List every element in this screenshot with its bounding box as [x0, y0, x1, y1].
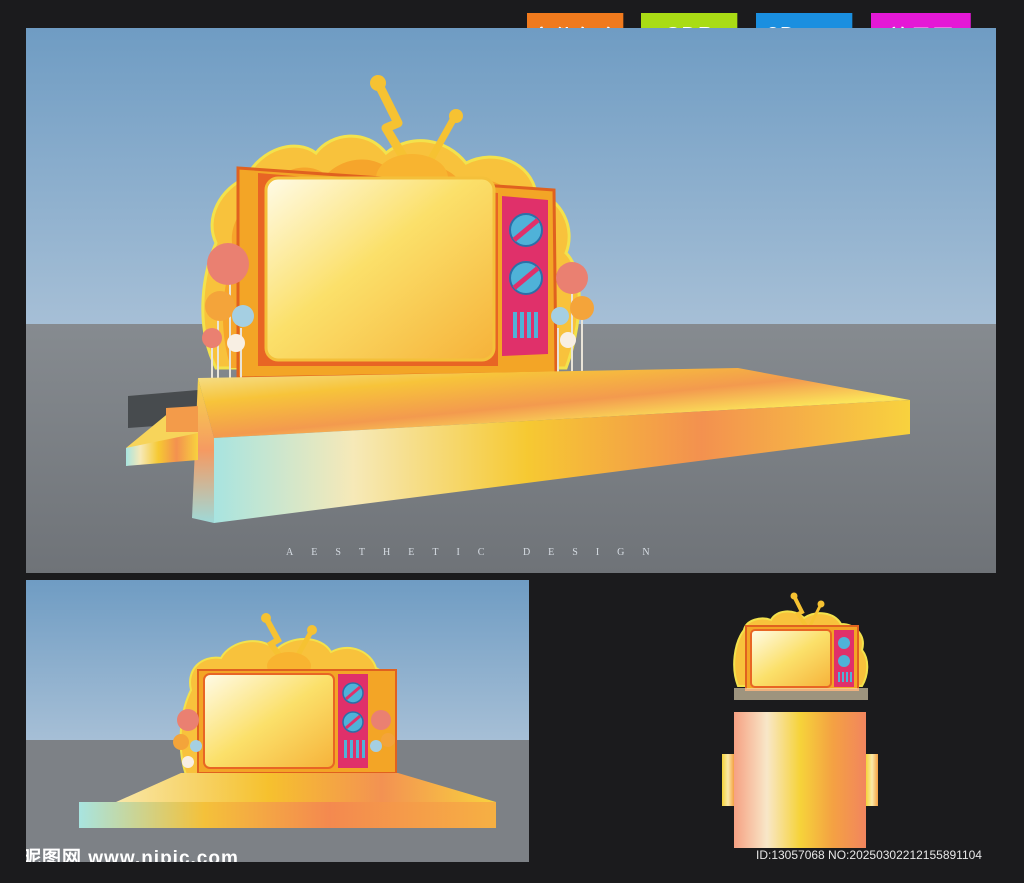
- tv-screen: [264, 176, 496, 362]
- main-perspective-render: AESTHETIC DESIGN: [26, 28, 996, 573]
- top-view-render: [716, 588, 886, 858]
- retro-tv-frame: [236, 166, 558, 380]
- tagline: AESTHETIC DESIGN: [286, 547, 668, 558]
- front-view-render: 昵图网 www.nipic.com: [26, 580, 529, 862]
- image-id-label: ID:13057068 NO:20250302212155891104: [756, 848, 982, 862]
- site-watermark: 昵图网 www.nipic.com: [26, 848, 239, 862]
